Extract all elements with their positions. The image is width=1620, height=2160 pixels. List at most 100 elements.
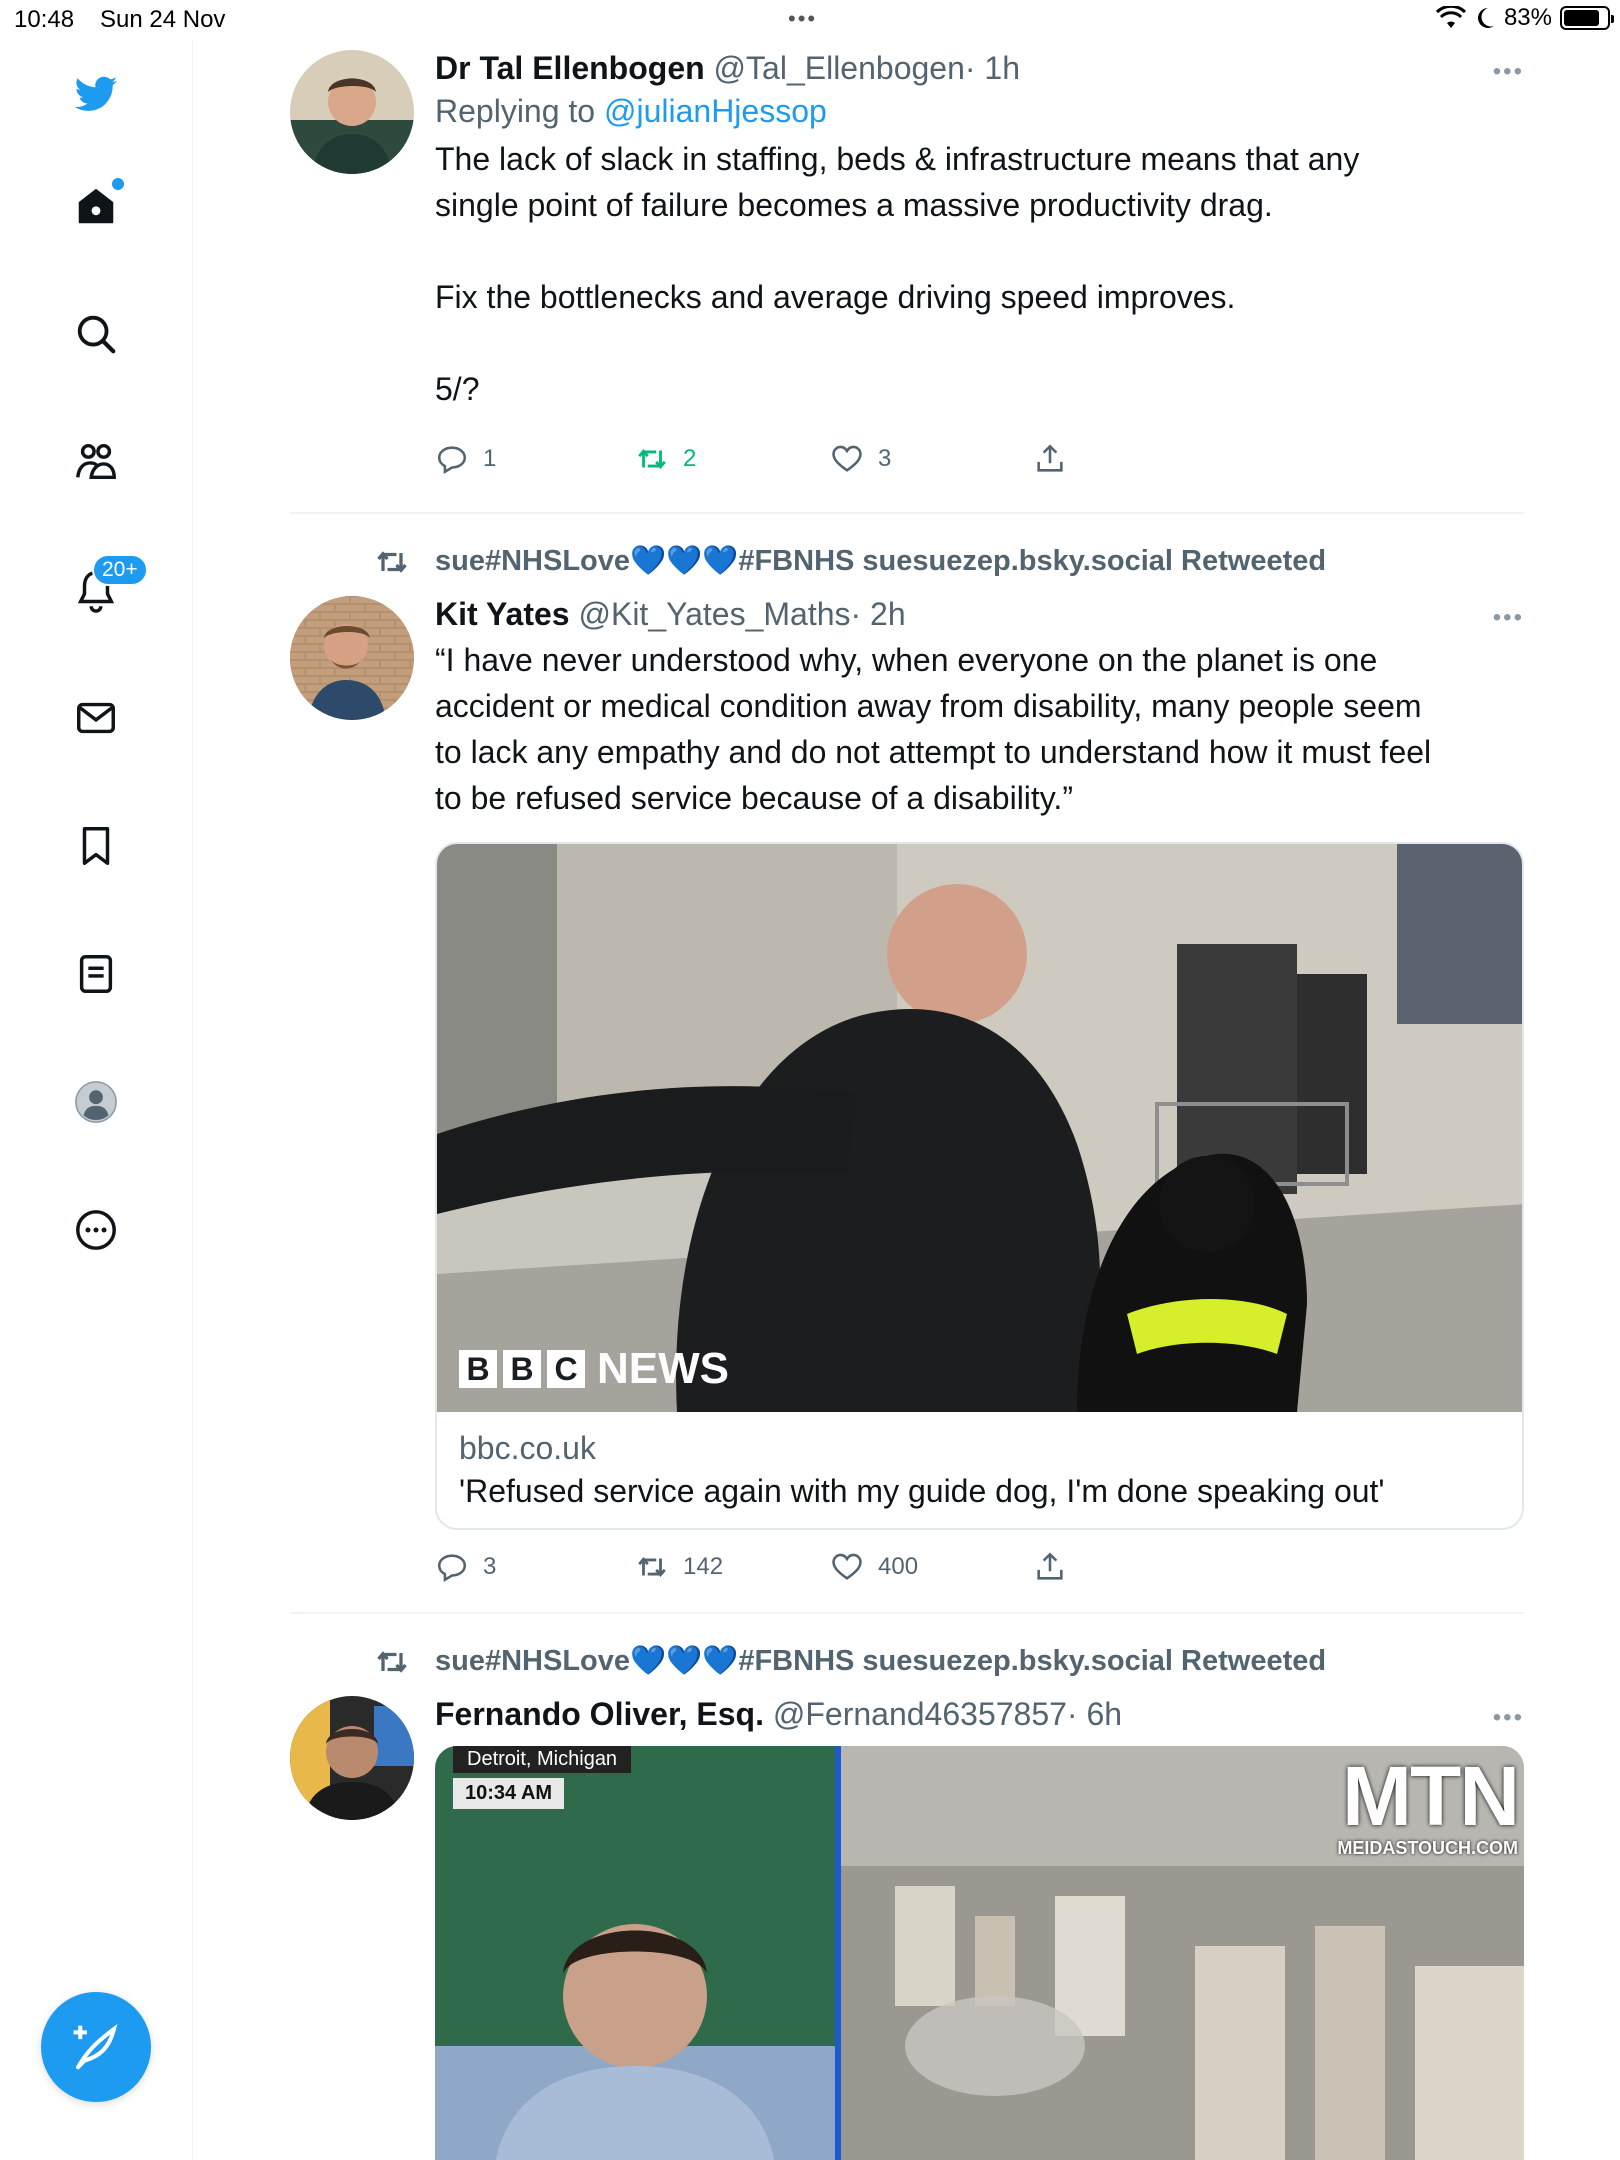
tweet-time[interactable]: · 2h <box>851 596 906 632</box>
home-icon <box>78 188 114 224</box>
sidebar-item-bookmarks[interactable] <box>64 814 128 878</box>
card-image[interactable]: B B C NEWS <box>437 844 1522 1412</box>
card-title: 'Refused service again with my guide dog… <box>459 1473 1385 1509</box>
retweet-button[interactable]: 2 <box>635 442 696 476</box>
heart-icon <box>832 445 862 472</box>
battery-percent: 83% <box>1503 4 1552 31</box>
multitasking-dots[interactable]: ••• <box>788 6 817 32</box>
tweet-fernando-oliver[interactable]: Fernando Oliver, Esq. @Fernand46357857· … <box>290 1696 1524 2160</box>
mtn-logo-text: MTN <box>1342 1749 1520 1843</box>
reply-icon <box>437 1554 467 1583</box>
author-name[interactable]: Dr Tal Ellenbogen <box>435 50 705 86</box>
author-name[interactable]: Kit Yates <box>435 596 570 632</box>
reply-button[interactable]: 1 <box>435 442 496 476</box>
author-name[interactable]: Fernando Oliver, Esq. <box>435 1696 764 1732</box>
retweet-small-icon <box>377 1651 407 1673</box>
mtn-logo-subtext: MEIDASTOUCH.COM <box>1337 1838 1518 1858</box>
envelope-icon <box>77 702 115 734</box>
news-wordmark: NEWS <box>597 1344 729 1393</box>
tweet-more-icon[interactable]: ••• <box>1493 1704 1524 1732</box>
status-time: 10:48 <box>14 6 75 33</box>
replying-handle-link[interactable]: @julianHjessop <box>604 93 827 129</box>
avatar-photo <box>290 596 414 720</box>
tweet-header: Dr Tal Ellenbogen @Tal_Ellenbogen· 1h <box>435 50 1524 87</box>
share-icon <box>1037 444 1063 472</box>
status-right: 83% <box>1435 4 1614 32</box>
avatar-photo <box>290 1696 414 1820</box>
blue-hearts-emoji: 💙💙💙 <box>630 1645 739 1677</box>
battery-icon <box>1560 6 1614 30</box>
tweet-tal-ellenbogen[interactable]: Dr Tal Ellenbogen @Tal_Ellenbogen· 1h ••… <box>290 50 1524 490</box>
mtn-logo: MTN MEIDASTOUCH.COM <box>1337 1749 1520 1859</box>
tweet-divider <box>290 1612 1524 1614</box>
retweeter-suffix: #FBNHS suesuezep.bsky.social Retweeted <box>738 545 1327 577</box>
tweet-kit-yates[interactable]: Kit Yates @Kit_Yates_Maths· 2h ••• “I ha… <box>290 596 1524 1583</box>
tweet-text-line: 5/? <box>435 371 480 407</box>
tweet-text-line: Fix the bottlenecks and average driving … <box>435 279 1236 315</box>
sidebar-item-explore[interactable] <box>64 302 128 366</box>
twitter-bird-icon <box>74 76 118 111</box>
tweet-more-icon[interactable]: ••• <box>1493 604 1524 632</box>
reply-button[interactable]: 3 <box>435 1550 496 1584</box>
tweet-more-icon[interactable]: ••• <box>1493 58 1524 86</box>
moon-icon <box>1477 8 1494 28</box>
tweet-text: The lack of slack in staffing, beds & in… <box>435 136 1524 412</box>
retweeter-suffix: #FBNHS suesuezep.bsky.social Retweeted <box>738 1645 1327 1677</box>
retweet-button[interactable]: 142 <box>635 1550 723 1584</box>
retweet-count: 142 <box>683 1553 724 1580</box>
author-handle[interactable]: @Tal_Ellenbogen <box>714 50 965 86</box>
bbc-news-logo: B B C NEWS <box>459 1344 729 1394</box>
compose-feather-icon <box>73 2023 118 2070</box>
sidebar-item-communities[interactable] <box>64 430 128 494</box>
tweet-video[interactable]: Detroit, Michigan 10:34 AM MTN MEIDASTOU… <box>435 1746 1524 2160</box>
link-card[interactable]: B B C NEWS bbc.co.uk 'Refused service ag… <box>435 842 1524 1530</box>
sidebar-item-more[interactable] <box>64 1198 128 1262</box>
notifications-badge: 20+ <box>92 554 148 586</box>
bbc-letter: C <box>547 1350 585 1388</box>
sidebar-item-profile[interactable] <box>64 1070 128 1134</box>
tweet-time[interactable]: · 6h <box>1067 1696 1122 1732</box>
tweet-text-line: to be refused service because of a disab… <box>435 780 1073 816</box>
retweet-icon <box>638 449 666 469</box>
tweet-time[interactable]: · 1h <box>965 50 1020 86</box>
tweet-text-blank <box>435 228 1524 274</box>
avatar[interactable] <box>290 596 414 720</box>
compose-tweet-button[interactable] <box>41 1992 151 2102</box>
retweeted-by-text: sue#NHSLove💙💙💙#FBNHS suesuezep.bsky.soci… <box>435 1644 1326 1678</box>
retweet-small-icon <box>377 551 407 573</box>
sidebar-item-lists[interactable] <box>64 942 128 1006</box>
like-button[interactable]: 3 <box>830 442 891 476</box>
share-button[interactable] <box>1033 1550 1067 1584</box>
author-handle[interactable]: @Kit_Yates_Maths <box>578 596 850 632</box>
reply-count: 1 <box>483 445 497 472</box>
tweet-text-line: single point of failure becomes a massiv… <box>435 187 1273 223</box>
communities-icon <box>76 443 116 480</box>
like-button[interactable]: 400 <box>830 1550 918 1584</box>
card-photo <box>437 844 1522 1412</box>
search-icon <box>77 315 116 354</box>
retweeted-by-text: sue#NHSLove💙💙💙#FBNHS suesuezep.bsky.soci… <box>435 544 1326 578</box>
bbc-letter: B <box>459 1350 497 1388</box>
sidebar-item-home[interactable] <box>64 174 128 238</box>
battery-fill <box>1564 10 1599 26</box>
avatar[interactable] <box>290 1696 414 1820</box>
share-button[interactable] <box>1033 442 1067 476</box>
retweeter-name: sue#NHSLove <box>435 1645 631 1677</box>
tweet-header: Fernando Oliver, Esq. @Fernand46357857· … <box>435 1696 1524 1733</box>
replying-to: Replying to @julianHjessop <box>435 93 1524 130</box>
twitter-logo[interactable] <box>64 62 128 126</box>
like-count: 3 <box>878 445 892 472</box>
tweet-text-line: “I have never understood why, when every… <box>435 642 1378 678</box>
tweet-actions: 3 142 400 <box>435 1550 1135 1590</box>
tweet-text-line: The lack of slack in staffing, beds & in… <box>435 141 1360 177</box>
sidebar-item-notifications[interactable]: 20+ <box>64 554 148 622</box>
video-clock-label: 10:34 AM <box>453 1778 565 1809</box>
replying-prefix: Replying to <box>435 93 604 129</box>
avatar[interactable] <box>290 50 414 174</box>
blue-hearts-emoji: 💙💙💙 <box>630 545 739 577</box>
sidebar-item-messages[interactable] <box>64 686 128 750</box>
retweet-icon <box>638 1557 666 1577</box>
author-handle[interactable]: @Fernand46357857 <box>773 1696 1067 1732</box>
status-date: Sun 24 Nov <box>100 6 226 33</box>
tweet-text-blank <box>435 320 1524 366</box>
